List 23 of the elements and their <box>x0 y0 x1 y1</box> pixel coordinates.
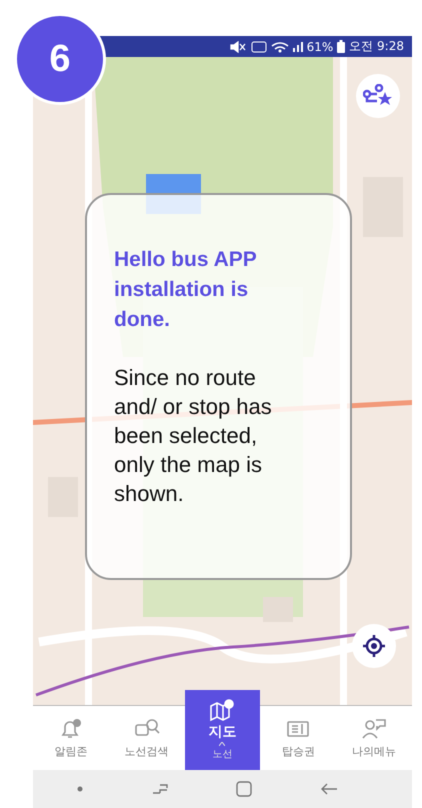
home-icon[interactable] <box>236 781 252 797</box>
clock: 오전 9:28 <box>349 38 404 55</box>
map-pin-icon <box>209 698 236 722</box>
message-title: Hello bus APP installation is done. <box>114 247 258 333</box>
step-badge: 6 <box>14 13 106 105</box>
nav-tab[interactable]: 탑승권 <box>260 706 336 770</box>
mute-icon <box>230 40 247 52</box>
nav-tab[interactable]: 지도 노선 <box>184 690 260 770</box>
signal-icon <box>292 42 303 52</box>
nav-tab[interactable]: 나의메뉴 <box>336 706 412 770</box>
caret-icon <box>219 742 226 746</box>
battery-level: 61% <box>306 40 334 54</box>
route-star-icon <box>363 84 393 108</box>
tab-sublabel: 노선 <box>212 748 232 761</box>
crosshair-icon <box>362 634 386 658</box>
wifi-icon <box>270 40 289 52</box>
nav-tab[interactable]: 노선검색 <box>108 706 185 770</box>
nav-tab[interactable]: 알림존 <box>33 706 109 770</box>
person-chat-icon <box>361 717 388 741</box>
back-icon[interactable] <box>320 782 338 796</box>
battery-icon <box>337 40 346 53</box>
message-text: Since no route and/ or stop has been selected, only the map is shown. <box>114 364 273 508</box>
dot-icon[interactable] <box>76 786 83 792</box>
